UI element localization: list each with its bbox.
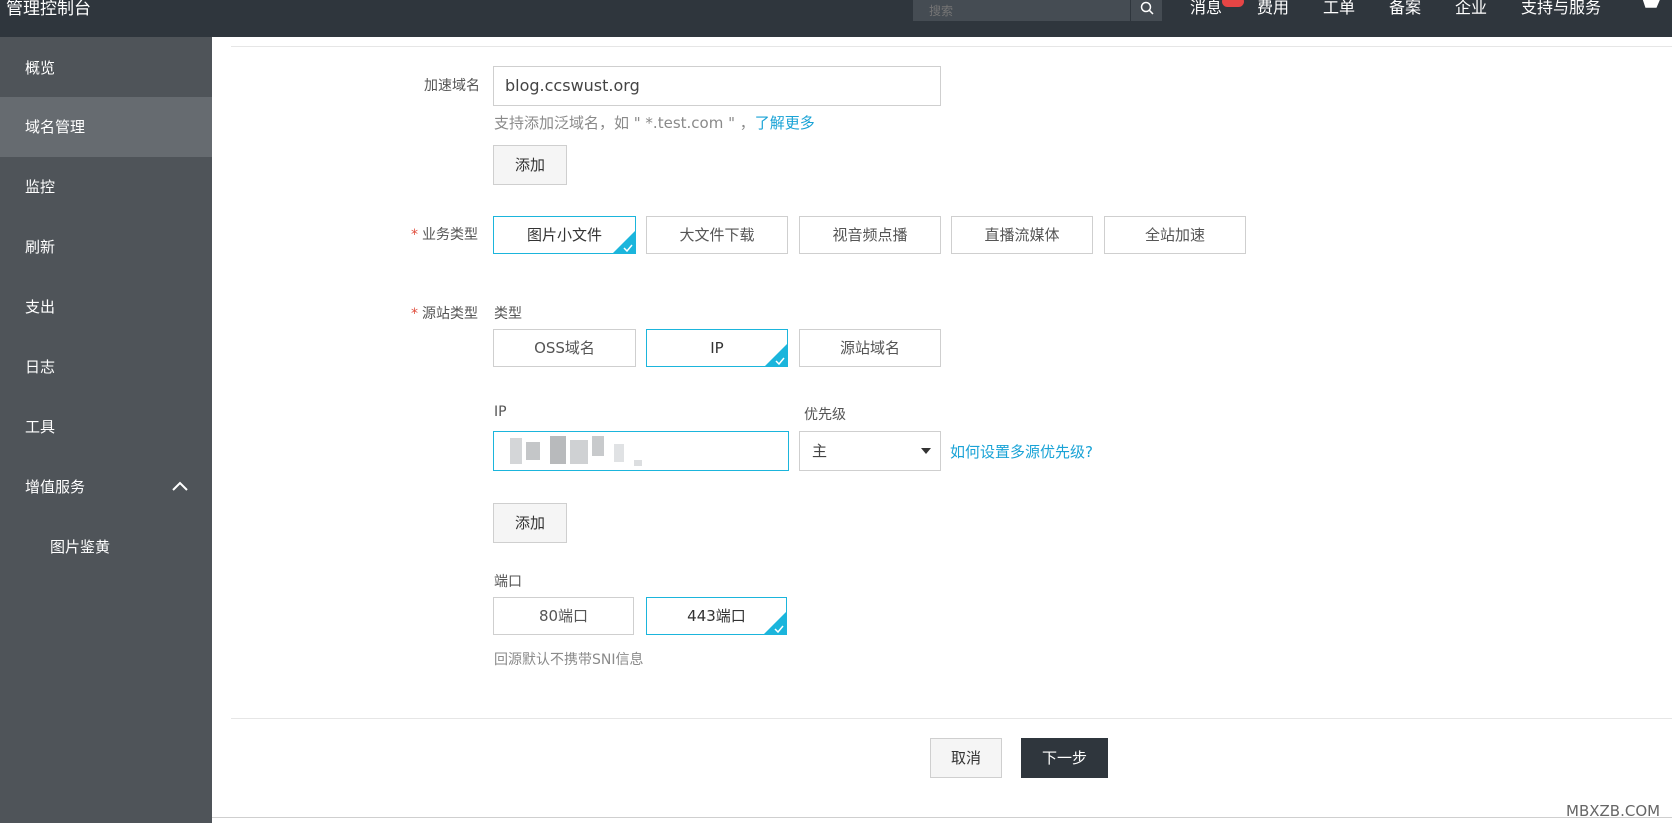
nav-messages[interactable]: 消息 (1190, 0, 1222, 18)
sidebar-item-tools[interactable]: 工具 (0, 397, 212, 457)
origin-option-oss[interactable]: OSS域名 (493, 329, 636, 367)
sidebar-item-overview[interactable]: 概览 (0, 38, 212, 98)
sidebar-item-image-review[interactable]: 图片鉴黄 (0, 517, 212, 577)
console-brand[interactable]: 管理控制台 (6, 0, 91, 19)
search-icon (1140, 1, 1154, 15)
priority-help-link[interactable]: 如何设置多源优先级? (950, 441, 1093, 462)
check-icon (774, 625, 784, 633)
sidebar-item-domain-management[interactable]: 域名管理 (0, 97, 212, 157)
nav-fees[interactable]: 费用 (1257, 0, 1289, 18)
nav-filing[interactable]: 备案 (1389, 0, 1421, 18)
next-step-button[interactable]: 下一步 (1021, 738, 1108, 778)
business-option-large-download[interactable]: 大文件下载 (646, 216, 788, 254)
cancel-button[interactable]: 取消 (930, 738, 1002, 778)
business-option-vod[interactable]: 视音频点播 (799, 216, 941, 254)
search-button[interactable] (1130, 0, 1162, 21)
sidebar-item-monitor[interactable]: 监控 (0, 157, 212, 217)
add-origin-button[interactable]: 添加 (493, 503, 567, 543)
search-input[interactable] (913, 0, 1130, 22)
origin-type-label: * 源站类型 (411, 306, 478, 322)
domain-input[interactable]: blog.ccswust.org (493, 66, 941, 106)
port-label: 端口 (494, 574, 522, 590)
origin-option-ip[interactable]: IP (646, 329, 788, 367)
domain-hint: 支持添加泛域名，如 " *.test.com " ，了解更多 (494, 114, 815, 132)
domain-label: 加速域名 (424, 78, 480, 94)
ip-input[interactable] (493, 431, 789, 471)
priority-select[interactable]: 主 (799, 431, 941, 471)
sidebar-item-value-added[interactable]: 增值服务 (0, 457, 212, 517)
business-type-label: * 业务类型 (411, 227, 478, 243)
watermark: MBXZB.COM (1566, 802, 1661, 820)
cart-icon[interactable] (1638, 0, 1660, 15)
business-option-full-site[interactable]: 全站加速 (1104, 216, 1246, 254)
sni-note: 回源默认不携带SNI信息 (494, 652, 644, 668)
origin-subtype-label: 类型 (494, 306, 522, 322)
business-option-live[interactable]: 直播流媒体 (951, 216, 1093, 254)
nav-tickets[interactable]: 工单 (1323, 0, 1355, 18)
message-badge (1222, 0, 1244, 7)
divider (212, 817, 1672, 818)
nav-enterprise[interactable]: 企业 (1455, 0, 1487, 18)
check-icon (623, 244, 633, 252)
check-icon (775, 357, 785, 365)
top-bar: 管理控制台 消息 费用 工单 备案 企业 支持与服务 (0, 0, 1672, 37)
sidebar: 概览 域名管理 监控 刷新 支出 日志 工具 增值服务 图片鉴黄 (0, 37, 212, 823)
ip-label: IP (494, 404, 507, 420)
sidebar-item-logs[interactable]: 日志 (0, 337, 212, 397)
divider (231, 718, 1672, 719)
nav-support[interactable]: 支持与服务 (1521, 0, 1601, 18)
port-option-443[interactable]: 443端口 (646, 597, 787, 635)
sidebar-item-refresh[interactable]: 刷新 (0, 217, 212, 277)
divider (231, 46, 1672, 47)
chevron-down-icon (921, 448, 931, 454)
chevron-up-icon (172, 481, 188, 491)
learn-more-link[interactable]: 了解更多 (755, 114, 815, 132)
add-domain-button[interactable]: 添加 (493, 145, 567, 185)
origin-option-domain[interactable]: 源站域名 (799, 329, 941, 367)
sidebar-item-expense[interactable]: 支出 (0, 277, 212, 337)
search-box[interactable] (913, 0, 1130, 22)
priority-label: 优先级 (804, 407, 846, 423)
port-option-80[interactable]: 80端口 (493, 597, 634, 635)
business-option-small-files[interactable]: 图片小文件 (493, 216, 636, 254)
